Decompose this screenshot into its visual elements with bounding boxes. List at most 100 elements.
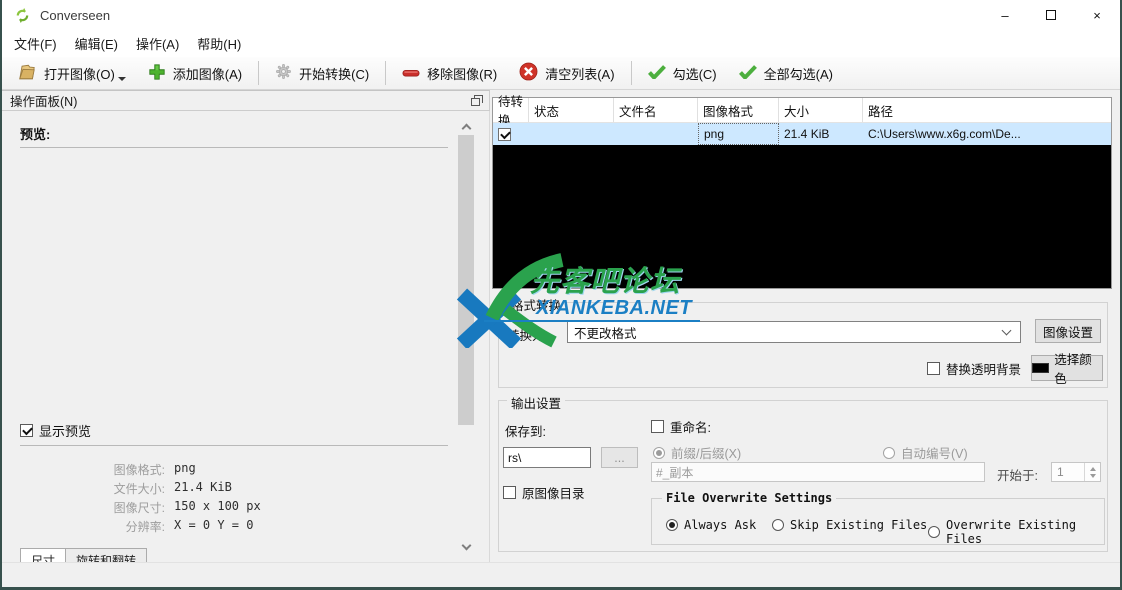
overwrite-existing-radio[interactable]: Overwrite Existing Files <box>928 518 1104 546</box>
overwrite-settings-title: File Overwrite Settings <box>662 491 836 505</box>
toolbar: 打开图像(O) 添加图像(A) <box>2 57 1120 90</box>
overwrite-existing-label: Overwrite Existing Files <box>946 518 1104 546</box>
float-panel-icon[interactable] <box>471 95 483 106</box>
show-preview-checkbox-box[interactable] <box>20 424 33 437</box>
info-row-resolution: 分辨率: X = 0 Y = 0 <box>2 518 442 537</box>
open-images-label: 打开图像(O) <box>44 64 115 83</box>
auto-number-label: 自动编号(V) <box>901 443 968 462</box>
combo-chevron-down-icon <box>1002 326 1012 336</box>
image-format-value: png <box>174 461 196 480</box>
row-path: C:\Users\www.x6g.com\De... <box>863 123 1111 145</box>
choose-color-button[interactable]: 选择颜色 <box>1031 355 1103 381</box>
panel-scrollbar[interactable] <box>457 112 475 561</box>
source-dir-label: 原图像目录 <box>522 483 585 502</box>
format-conversion-title: 格式转换 <box>507 295 565 314</box>
menu-edit[interactable]: 编辑(E) <box>66 30 127 57</box>
add-images-button[interactable]: 添加图像(A) <box>137 59 253 87</box>
scroll-up-icon[interactable] <box>457 118 475 134</box>
check-all-icon <box>739 65 757 82</box>
overwrite-settings-group: File Overwrite Settings Always Ask Skip … <box>651 498 1105 545</box>
color-swatch <box>1032 363 1049 373</box>
actions-panel-header: 操作面板(N) <box>2 90 490 111</box>
start-conversion-button[interactable]: 开始转换(C) <box>264 59 380 87</box>
add-images-label: 添加图像(A) <box>173 64 242 83</box>
col-filename[interactable]: 文件名 <box>614 98 698 122</box>
choose-color-label: 选择颜色 <box>1054 349 1102 387</box>
actions-panel-title: 操作面板(N) <box>10 91 77 110</box>
start-at-spinner[interactable]: 1 <box>1051 462 1101 482</box>
col-status[interactable]: 状态 <box>529 98 614 122</box>
scroll-down-icon[interactable] <box>457 539 475 555</box>
maximize-button[interactable] <box>1028 0 1074 30</box>
table-row[interactable]: png 21.4 KiB C:\Users\www.x6g.com\De... <box>493 123 1111 145</box>
row-checkbox[interactable] <box>498 128 511 141</box>
file-list-table: 待转换 状态 文件名 图像格式 大小 路径 png 21.4 KiB C:\Us… <box>492 97 1112 289</box>
remove-images-button[interactable]: 移除图像(R) <box>391 59 508 87</box>
separator <box>20 445 448 446</box>
open-dropdown-caret-icon[interactable] <box>118 77 126 81</box>
check-all-button[interactable]: 全部勾选(A) <box>728 59 844 87</box>
save-to-input[interactable] <box>503 447 591 468</box>
minimize-button[interactable]: – <box>982 0 1028 30</box>
col-size[interactable]: 大小 <box>779 98 863 122</box>
show-preview-checkbox[interactable]: 显示预览 <box>20 421 91 440</box>
check-label: 勾选(C) <box>673 64 717 83</box>
spinner-arrows-icon[interactable] <box>1084 463 1100 481</box>
image-dimensions-value: 150 x 100 px <box>174 499 261 518</box>
source-dir-checkbox[interactable]: 原图像目录 <box>503 483 585 502</box>
actions-panel: 预览: 显示预览 图像格式: png 文件大小: 21.4 KiB 图像尺寸: … <box>2 111 490 562</box>
start-conversion-label: 开始转换(C) <box>299 64 369 83</box>
menu-help[interactable]: 帮助(H) <box>188 30 250 57</box>
browse-label: ... <box>614 451 624 465</box>
image-settings-label: 图像设置 <box>1043 322 1093 341</box>
skip-existing-radio-circle[interactable] <box>772 519 784 531</box>
rename-checkbox[interactable]: 重命名: <box>651 417 711 436</box>
row-filename <box>614 123 698 145</box>
format-conversion-group: 格式转换 转换为: 不更改格式 图像设置 替换透明背景 选择颜色 <box>498 302 1108 388</box>
source-dir-checkbox-box[interactable] <box>503 486 516 499</box>
image-settings-button[interactable]: 图像设置 <box>1035 319 1101 343</box>
auto-number-radio[interactable]: 自动编号(V) <box>883 443 968 462</box>
toolbar-separator <box>385 61 386 85</box>
start-at-label: 开始于: <box>997 465 1038 484</box>
row-format: png <box>698 123 779 145</box>
scrollbar-thumb[interactable] <box>458 135 474 425</box>
always-ask-radio[interactable]: Always Ask <box>666 518 756 532</box>
skip-existing-radio[interactable]: Skip Existing Files <box>772 518 927 532</box>
convert-to-select[interactable]: 不更改格式 <box>567 321 1021 343</box>
open-image-icon <box>17 63 37 84</box>
show-preview-label: 显示预览 <box>39 421 91 440</box>
replace-bg-checkbox-box[interactable] <box>927 362 940 375</box>
toolbar-separator <box>631 61 632 85</box>
close-button[interactable]: × <box>1074 0 1120 30</box>
col-to-convert[interactable]: 待转换 <box>493 98 529 122</box>
overwrite-existing-radio-circle[interactable] <box>928 526 940 538</box>
rename-checkbox-box[interactable] <box>651 420 664 433</box>
file-size-value: 21.4 KiB <box>174 480 232 499</box>
prefix-suffix-radio[interactable]: 前缀/后缀(X) <box>653 443 741 462</box>
menu-file[interactable]: 文件(F) <box>5 30 66 57</box>
separator <box>20 147 448 148</box>
always-ask-radio-circle[interactable] <box>666 519 678 531</box>
open-images-button[interactable]: 打开图像(O) <box>6 59 137 87</box>
col-format[interactable]: 图像格式 <box>698 98 779 122</box>
row-status <box>529 123 614 145</box>
menu-actions[interactable]: 操作(A) <box>127 30 188 57</box>
tab-dimensions[interactable]: 尺寸 <box>20 548 66 562</box>
rename-pattern-input[interactable] <box>651 462 985 482</box>
replace-transparent-bg-checkbox[interactable]: 替换透明背景 <box>927 359 1021 378</box>
browse-button[interactable]: ... <box>601 447 638 468</box>
auto-number-radio-circle[interactable] <box>883 447 895 459</box>
status-bar <box>2 562 1120 587</box>
check-button[interactable]: 勾选(C) <box>637 59 728 87</box>
col-path[interactable]: 路径 <box>863 98 1111 122</box>
clear-list-label: 清空列表(A) <box>545 64 614 83</box>
tab-rotate-flip[interactable]: 旋转和翻转 <box>66 548 147 562</box>
clear-list-button[interactable]: 清空列表(A) <box>508 59 625 87</box>
image-format-label: 图像格式: <box>2 461 165 480</box>
resolution-value: X = 0 Y = 0 <box>174 518 253 537</box>
table-header-row: 待转换 状态 文件名 图像格式 大小 路径 <box>493 98 1111 123</box>
add-image-icon <box>148 63 166 84</box>
info-row-dimensions: 图像尺寸: 150 x 100 px <box>2 499 442 518</box>
prefix-suffix-radio-circle[interactable] <box>653 447 665 459</box>
